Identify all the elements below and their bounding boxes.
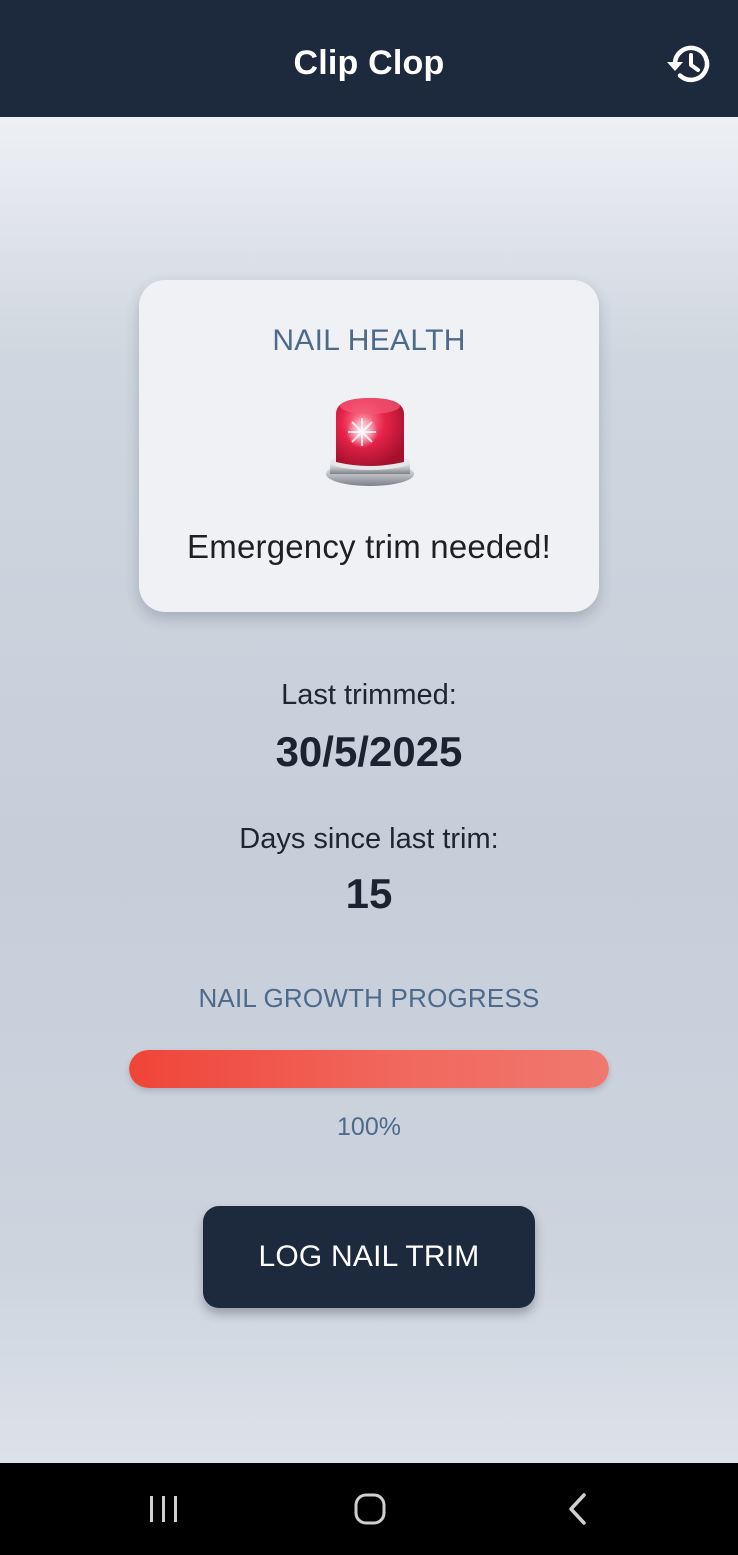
days-since-value: 15 (345, 870, 393, 917)
home-icon (354, 1493, 386, 1525)
recents-button[interactable] (134, 1485, 194, 1533)
history-button[interactable] (664, 40, 716, 88)
last-trimmed-label: Last trimmed: (281, 679, 457, 711)
recents-icon (150, 1496, 177, 1522)
app-title: Clip Clop (293, 44, 445, 82)
police-siren-icon (326, 398, 414, 486)
nail-health-status: Emergency trim needed! (187, 528, 551, 565)
growth-progress-bar (129, 1050, 609, 1088)
growth-progress-title: NAIL GROWTH PROGRESS (198, 983, 540, 1013)
main-content: NAIL HEALTH Emergency trim needed! Last … (0, 117, 738, 1463)
nail-health-card: NAIL HEALTH Emergency trim needed! (139, 280, 599, 612)
app-bar: Clip Clop (0, 0, 738, 117)
home-button[interactable] (340, 1485, 400, 1533)
back-button[interactable] (548, 1485, 608, 1533)
card-title: NAIL HEALTH (272, 324, 466, 357)
system-nav-bar (0, 1463, 738, 1555)
days-since-label: Days since last trim: (239, 823, 499, 855)
app-screen: Clip Clop NAIL HEALTH Emergency trim nee… (0, 0, 738, 1555)
growth-progress-fill (129, 1050, 609, 1088)
log-nail-trim-button[interactable]: LOG NAIL TRIM (203, 1206, 535, 1308)
back-icon (569, 1493, 586, 1525)
growth-progress-percent: 100% (337, 1113, 401, 1141)
history-icon (667, 45, 710, 83)
last-trimmed-date: 30/5/2025 (275, 728, 463, 775)
